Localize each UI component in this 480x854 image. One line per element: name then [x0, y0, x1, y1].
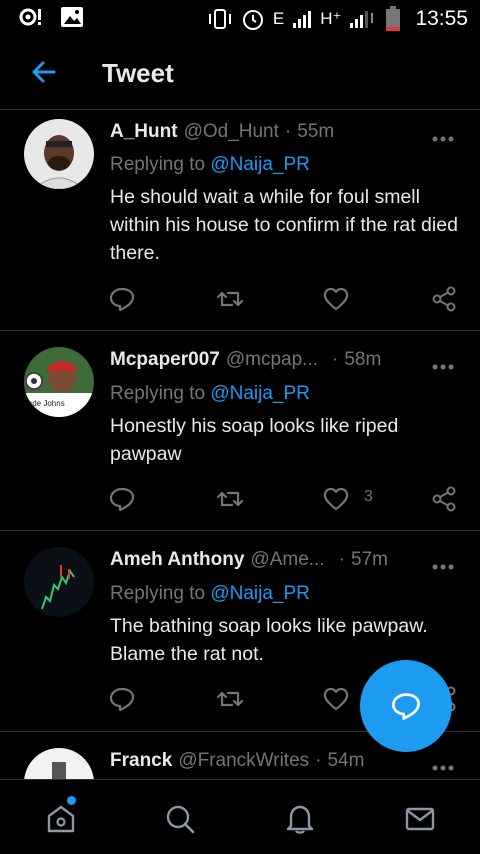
reply-bubble-icon [392, 693, 420, 720]
tweet-header: A_Hunt @Od_Hunt · 55m [110, 121, 460, 143]
mention-link[interactable]: @Naija_PR [210, 383, 310, 404]
tweet-text: Honestly his soap looks like riped pawpa… [110, 415, 399, 465]
tweet-actions [108, 285, 458, 313]
replying-prefix: Replying to [110, 583, 206, 604]
back-arrow-icon[interactable] [28, 56, 60, 88]
search-icon[interactable] [163, 802, 197, 836]
like-icon[interactable] [322, 285, 350, 313]
like-icon[interactable] [322, 685, 350, 713]
avatar[interactable] [24, 748, 94, 779]
network-type-label: E [272, 9, 285, 28]
reply-icon[interactable] [108, 285, 136, 313]
home-icon[interactable] [44, 802, 78, 836]
more-options-icon[interactable] [432, 357, 454, 370]
reply-icon[interactable] [108, 685, 136, 713]
more-options-icon[interactable] [432, 129, 454, 142]
signal-icon [292, 9, 312, 29]
replying-prefix: Replying to [110, 154, 206, 175]
retweet-icon[interactable] [216, 485, 244, 513]
timestamp: 54m [327, 750, 365, 771]
tweet-actions: 3 [108, 485, 458, 513]
share-icon[interactable] [430, 485, 458, 513]
like-count: 3 [364, 488, 373, 505]
compose-reply-button[interactable] [360, 660, 452, 752]
author-handle[interactable]: @FranckWrites [178, 750, 309, 772]
reply-icon[interactable] [108, 485, 136, 513]
tweet-header: Ameh Anthony @Ame... · 57m [110, 549, 460, 571]
gallery-icon [60, 6, 84, 28]
timestamp: 58m [344, 349, 382, 370]
replying-to: Replying to @Naija_PR [110, 154, 310, 176]
tweet-header: Franck @FranckWrites · 54m [110, 750, 460, 772]
notifications-bell-icon[interactable] [283, 802, 317, 836]
alarm-icon [241, 7, 265, 31]
clock: 13:55 [415, 7, 468, 30]
timestamp: 57m [350, 549, 388, 570]
mention-link[interactable]: @Naija_PR [210, 583, 310, 604]
avatar-caption: lade Johns [26, 399, 65, 408]
retweet-icon[interactable] [216, 685, 244, 713]
author-name[interactable]: A_Hunt [110, 121, 178, 143]
separator: · [284, 121, 292, 142]
bottom-nav [0, 779, 480, 854]
more-options-icon[interactable] [432, 758, 454, 771]
top-bar: Tweet [0, 38, 480, 110]
more-options-icon[interactable] [432, 557, 454, 570]
tweet-card[interactable]: A_Hunt @Od_Hunt · 55m Replying to @Naija… [0, 111, 480, 331]
status-bar: E H⁺ 13:55 [0, 0, 480, 38]
author-name[interactable]: Mcpaper007 [110, 349, 220, 371]
author-handle[interactable]: @Od_Hunt [184, 121, 279, 143]
mention-link[interactable]: @Naija_PR [210, 154, 310, 175]
tweet-header: Mcpaper007 @mcpap... · 58m [110, 349, 460, 371]
battery-icon [385, 6, 401, 32]
author-name[interactable]: Franck [110, 750, 172, 772]
vibrate-icon [207, 8, 233, 30]
retweet-icon[interactable] [216, 285, 244, 313]
separator: · [338, 549, 345, 570]
tweet-card[interactable]: lade Johns Mcpaper007 @mcpap... · 58m Re… [0, 331, 480, 531]
timestamp: 55m [297, 121, 335, 142]
avatar[interactable] [24, 547, 94, 617]
share-icon[interactable] [430, 285, 458, 313]
author-name[interactable]: Ameh Anthony [110, 549, 244, 571]
author-handle[interactable]: @Ame... [250, 549, 324, 571]
page-title: Tweet [102, 58, 174, 88]
separator: · [332, 349, 339, 370]
replying-to: Replying to @Naija_PR [110, 583, 310, 605]
network-type-label-2: H⁺ [320, 9, 342, 28]
avatar[interactable]: lade Johns [24, 347, 94, 417]
avatar[interactable] [24, 119, 94, 189]
replying-to: Replying to @Naija_PR [110, 383, 310, 405]
like-icon[interactable] [322, 485, 350, 513]
messages-envelope-icon[interactable] [403, 802, 437, 836]
replying-prefix: Replying to [110, 383, 206, 404]
signal-icon-2 [349, 9, 377, 29]
author-handle[interactable]: @mcpap... [226, 349, 318, 371]
hotspot-icon [18, 6, 46, 28]
tweet-text: He should wait a while for foul smell wi… [110, 186, 458, 264]
separator: · [315, 750, 322, 771]
